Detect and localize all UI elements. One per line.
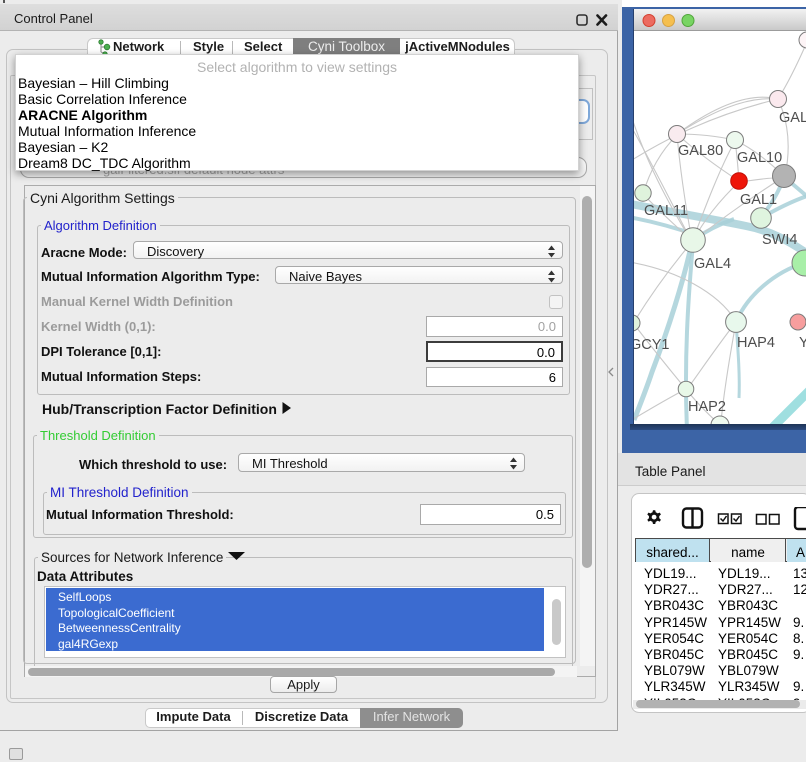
- svg-text:GAL10: GAL10: [737, 150, 782, 166]
- svg-text:GCY1: GCY1: [634, 337, 670, 353]
- svg-text:HAP2: HAP2: [688, 399, 726, 415]
- svg-text:GAL4: GAL4: [694, 256, 731, 272]
- svg-text:GAL11: GAL11: [644, 203, 688, 219]
- svg-text:GAL80: GAL80: [678, 143, 723, 159]
- svg-text:GAL: GAL: [779, 110, 806, 126]
- svg-text:Y: Y: [799, 335, 806, 351]
- svg-text:GAL1: GAL1: [740, 192, 777, 208]
- svg-text:SWI4: SWI4: [762, 232, 797, 248]
- svg-text:HAP4: HAP4: [737, 335, 775, 351]
